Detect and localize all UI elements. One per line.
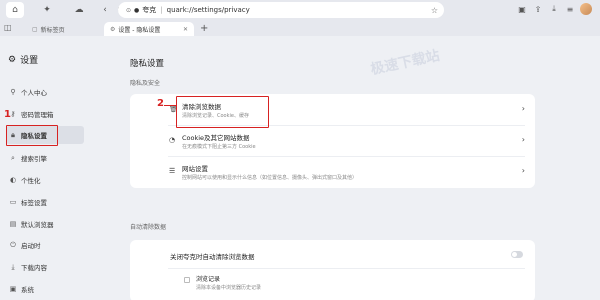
row-subtitle: 在无痕模式下阻止第三方 Cookie — [182, 144, 256, 150]
close-tab-icon[interactable]: ✕ — [183, 26, 188, 33]
sidebar-item-search-engine[interactable]: ⌕ 搜索引擎 — [6, 149, 84, 167]
tab-settings-privacy[interactable]: ⚙ 设置 - 隐私设置 ✕ — [104, 22, 194, 36]
address-bar[interactable]: ⊙ ● 夸克 | quark://settings/privacy ☆ — [118, 2, 444, 18]
tab-bar: ◫ ▢ 新标签页 ⚙ 设置 - 隐私设置 ✕ + — [0, 20, 600, 36]
sidebar-item-default-browser[interactable]: ▤ 默认浏览器 — [6, 215, 84, 233]
sidebar-item-downloads[interactable]: ⤓ 下载内容 — [6, 258, 84, 276]
tab-new-tab[interactable]: ▢ 新标签页 — [26, 22, 104, 36]
settings-title: ⚙ 设置 — [8, 53, 39, 67]
sidebar-item-label: 下载内容 — [21, 264, 47, 272]
sidebar-item-passwords[interactable]: ⚷ 密码管理箱 — [6, 105, 84, 123]
sidebar-item-label: 标签设置 — [21, 199, 47, 207]
browsing-history-checkbox[interactable] — [184, 277, 190, 283]
sidebar-item-label: 系统 — [21, 286, 34, 294]
chevron-right-icon: › — [521, 104, 525, 113]
address-separator: | — [160, 6, 163, 14]
tab-icon: ▭ — [9, 198, 17, 206]
address-url: quark://settings/privacy — [166, 6, 250, 14]
home-icon[interactable]: ⌂ — [6, 2, 24, 18]
sidebar-item-label: 个性化 — [21, 177, 41, 185]
annotation-box-privacy — [6, 125, 58, 146]
search-icon: ⌕ — [11, 153, 15, 162]
annotation-line-2 — [164, 105, 176, 106]
new-tab-plus-icon[interactable]: + — [200, 23, 208, 36]
auto-clear-toggle-label: 关闭夸克时自动清除浏览数据 — [170, 253, 255, 261]
palette-icon: ◐ — [9, 176, 17, 184]
auto-clear-card: 关闭夸克时自动清除浏览数据 浏览记录 清除本设备中浏览器历史记录 — [130, 240, 535, 300]
annotation-number-2: 2 — [157, 98, 164, 109]
sliders-icon: ☰ — [169, 167, 176, 175]
cookies-row[interactable]: ◔ Cookie及其它网站数据 在无痕模式下阻止第三方 Cookie › — [130, 127, 535, 155]
settings-sidebar: ⚙ 设置 ⚲ 个人中心 ⚷ 密码管理箱 🔒︎ 隐私设置 ⌕ 搜索引擎 ◐ 个性化… — [0, 36, 120, 300]
sidebar-item-label: 启动时 — [21, 242, 41, 250]
address-site-label: 夸克 — [142, 6, 157, 14]
section-label-privacy: 隐私及安全 — [130, 80, 161, 87]
settings-favicon-icon: ⚙ — [110, 25, 116, 33]
site-icon: ● — [134, 6, 140, 14]
site-settings-row[interactable]: ☰ 网站设置 控制网站可以使用和显示什么信息（如位置信息、摄像头、弹出式窗口及其… — [130, 158, 535, 186]
sidebar-item-label: 密码管理箱 — [21, 111, 54, 119]
sidebar-item-tabs[interactable]: ▭ 标签设置 — [6, 193, 84, 211]
sidebar-item-personalize[interactable]: ◐ 个性化 — [6, 171, 84, 189]
section-label-auto-clear: 自动清除数据 — [130, 224, 167, 231]
annotation-number-1: 1 — [4, 109, 11, 120]
browser-toolbar: ⌂ ✦ ☁ ‹ › ⊙ ● 夸克 | quark://settings/priv… — [0, 0, 600, 20]
tab-label: 新标签页 — [40, 26, 65, 34]
divider — [168, 156, 525, 157]
browser-icon: ▤ — [9, 220, 17, 228]
sidebar-item-system[interactable]: ▣ 系统 — [6, 280, 84, 298]
chevron-right-icon: › — [521, 135, 525, 144]
chevron-right-icon: › — [521, 166, 525, 175]
sidebar-item-startup[interactable]: ⏻ 启动时 — [6, 236, 84, 254]
divider — [168, 268, 525, 269]
system-icon: ▣ — [9, 285, 17, 293]
row-subtitle: 控制网站可以使用和显示什么信息（如位置信息、摄像头、弹出式窗口及其他） — [182, 175, 358, 181]
option-title: 浏览记录 — [196, 276, 221, 283]
cookie-icon: ◔ — [169, 136, 176, 144]
person-icon: ⚲ — [10, 88, 16, 96]
avatar[interactable] — [580, 3, 592, 15]
settings-content: 隐私设置 隐私及安全 🗑︎ 清除浏览数据 清除浏览记录、Cookie、缓存 › … — [120, 36, 600, 300]
sidebar-item-label: 默认浏览器 — [21, 221, 54, 229]
extensions-icon[interactable]: ▣ — [516, 5, 528, 14]
tab-favicon-icon: ▢ — [32, 25, 38, 33]
back-icon[interactable]: ‹ — [98, 3, 112, 17]
gear-icon: ⚙ — [8, 54, 17, 65]
power-icon: ⏻ — [10, 240, 16, 249]
annotation-box-clear-data — [176, 96, 269, 128]
ai-assistant-icon[interactable]: ✦ — [38, 2, 56, 18]
menu-icon[interactable]: ≡ — [564, 5, 576, 14]
download-icon: ⤓ — [11, 262, 15, 271]
bookmark-star-icon[interactable]: ☆ — [431, 6, 438, 15]
tab-label: 设置 - 隐私设置 — [118, 26, 161, 34]
share-icon[interactable]: ⇪ — [532, 5, 544, 14]
sidebar-toggle-icon[interactable]: ◫ — [4, 23, 12, 32]
page-title: 隐私设置 — [130, 59, 165, 69]
row-title: Cookie及其它网站数据 — [182, 134, 250, 142]
sidebar-item-label: 搜索引擎 — [21, 155, 47, 163]
security-icon: ⊙ — [126, 6, 132, 14]
sidebar-item-label: 个人中心 — [21, 89, 47, 97]
sidebar-item-profile[interactable]: ⚲ 个人中心 — [6, 83, 84, 101]
row-title: 网站设置 — [182, 165, 208, 173]
settings-title-text: 设置 — [20, 56, 39, 66]
download-toolbar-icon[interactable]: ⤓ — [548, 4, 560, 14]
auto-clear-toggle[interactable] — [511, 251, 523, 258]
option-subtitle: 清除本设备中浏览器历史记录 — [196, 285, 262, 291]
cloud-icon[interactable]: ☁ — [70, 2, 88, 18]
